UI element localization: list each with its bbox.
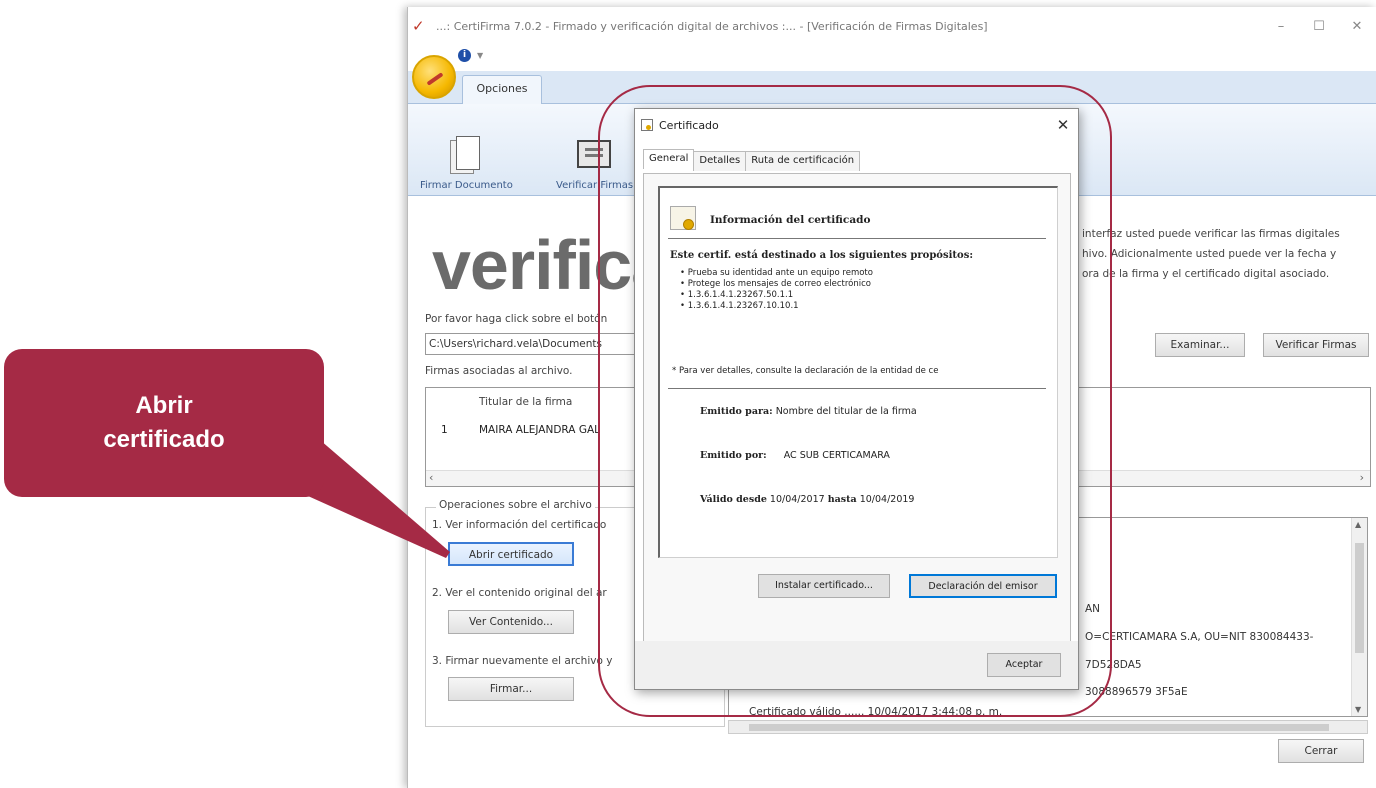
scroll-down-icon[interactable]: ▼ [1355,705,1361,714]
verificar-firmas-ribbon-button[interactable]: Verificar Firmas [556,134,633,191]
abrir-certificado-callout: Abrir certificado [4,349,324,497]
details-horizontal-scrollbar[interactable] [728,720,1368,734]
scroll-up-icon[interactable]: ▲ [1355,520,1361,529]
close-window-button[interactable]: ✕ [1338,19,1376,34]
window-titlebar: ✓ ...: CertiFirma 7.0.2 - Firmado y veri… [408,7,1376,45]
scroll-right-icon[interactable]: › [1360,471,1364,484]
purposes-list: Prueba su identidad ante un equipo remot… [680,268,873,312]
table-row-number[interactable]: 1 [441,424,448,436]
firmar-documento-label: Firmar Documento [420,180,513,191]
info-line: AN [1085,603,1101,615]
instruction-text: Por favor haga click sobre el botón [425,313,608,325]
op1-text: 1. Ver información del certificado [432,519,607,531]
list-item: 1.3.6.1.4.1.23267.50.1.1 [680,290,873,301]
instalar-certificado-button[interactable]: Instalar certificado... [758,574,890,598]
tab-general[interactable]: General [643,149,695,169]
divider [668,238,1046,239]
declaracion-emisor-button[interactable]: Declaración del emisor [909,574,1057,598]
issued-to-value: Nombre del titular de la firma [775,406,917,417]
dialog-tabs: General Detalles Ruta de certificación [643,149,861,171]
details-note: * Para ver detalles, consulte la declara… [672,366,939,376]
certificate-icon [641,119,653,131]
valid-from-value: 10/04/2017 [769,494,825,505]
general-tab-panel: Información del certificado Este certif.… [643,173,1071,643]
tab-detalles[interactable]: Detalles [693,151,747,171]
aceptar-button[interactable]: Aceptar [987,653,1061,677]
issued-to-row: Emitido para: Nombre del titular de la f… [700,406,917,417]
examinar-button[interactable]: Examinar... [1155,333,1245,357]
info-line: 7D528DA5 [1085,659,1142,671]
close-dialog-button[interactable]: ✕ [1048,116,1078,134]
quick-access-toolbar: i ▼ [458,49,483,62]
document-icon [446,134,486,174]
verificar-firmas-ribbon-label: Verificar Firmas [556,180,634,191]
certificate-info-panel: Información del certificado Este certif.… [658,186,1058,558]
application-orb-icon[interactable] [412,55,456,99]
scroll-thumb[interactable] [1355,543,1364,653]
valid-to-label: hasta [827,494,857,505]
screenshot-stage: ✓ ...: CertiFirma 7.0.2 - Firmado y veri… [0,0,1376,788]
firmar-button[interactable]: Firmar... [448,677,574,701]
ribbon-tab-strip [408,71,1376,104]
certificate-ribbon-icon [670,206,696,230]
firmas-label: Firmas asociadas al archivo. [425,365,573,377]
page-description: interfaz usted puede verificar las firma… [1082,228,1340,280]
validity-row: Válido desde 10/04/2017 hasta 10/04/2019 [700,494,914,505]
info-line: 3088896579 3F5aE [1085,686,1188,698]
abrir-certificado-button[interactable]: Abrir certificado [448,542,574,566]
dialog-title: Certificado [659,118,719,132]
certifirma-logo-icon: ✓ [412,17,425,35]
issued-by-label: Emitido por: [700,450,767,461]
issued-to-label: Emitido para: [700,406,773,417]
ver-contenido-button[interactable]: Ver Contenido... [448,610,574,634]
dialog-footer: Aceptar [635,641,1078,689]
validity-line: Certificado válido ...... 10/04/2017 3:4… [749,706,1003,718]
valid-from-label: Válido desde [700,494,767,505]
issued-by-row: Emitido por: AC SUB CERTICAMARA [700,450,890,461]
op3-text: 3. Firmar nuevamente el archivo y [432,655,613,667]
qat-dropdown-icon[interactable]: ▼ [477,51,483,60]
verificar-firmas-button[interactable]: Verificar Firmas [1263,333,1369,357]
callout-line-2: certificado [103,426,225,453]
table-row-titular[interactable]: MAIRA ALEJANDRA GAL [479,424,600,436]
list-item: 1.3.6.1.4.1.23267.10.10.1 [680,301,873,312]
callout-line-1: Abrir [135,392,193,419]
window-title: ...: CertiFirma 7.0.2 - Firmado y verifi… [436,19,988,33]
dialog-titlebar: Certificado ✕ [635,109,1078,141]
list-item: Prueba su identidad ante un equipo remot… [680,268,873,279]
certificate-dialog: Certificado ✕ General Detalles Ruta de c… [634,108,1079,690]
info-title: Información del certificado [710,214,871,226]
issued-by-value: AC SUB CERTICAMARA [783,450,890,461]
divider [668,388,1046,389]
operations-legend: Operaciones sobre el archivo [436,499,595,511]
minimize-button[interactable]: – [1262,19,1300,34]
tab-ruta-certificacion[interactable]: Ruta de certificación [745,151,861,171]
valid-to-value: 10/04/2019 [859,494,915,505]
verify-screen-icon [575,134,615,174]
cerrar-button[interactable]: Cerrar [1278,739,1364,763]
info-icon[interactable]: i [458,49,471,62]
scroll-left-icon[interactable]: ‹ [429,471,433,484]
file-path-input[interactable]: C:\Users\richard.vela\Documents [425,333,635,355]
op2-text: 2. Ver el contenido original del ar [432,587,607,599]
purposes-title: Este certif. está destinado a los siguie… [670,250,974,261]
column-header-titular[interactable]: Titular de la firma [479,396,572,408]
maximize-button[interactable]: ☐ [1300,19,1338,34]
firmar-documento-button[interactable]: Firmar Documento [420,134,513,191]
list-item: Protege los mensajes de correo electróni… [680,279,873,290]
info-line: O=CERTICAMARA S.A, OU=NIT 830084433- [1085,631,1314,643]
details-vertical-scrollbar[interactable]: ▲ ▼ [1351,518,1367,716]
tab-opciones[interactable]: Opciones [462,75,542,104]
